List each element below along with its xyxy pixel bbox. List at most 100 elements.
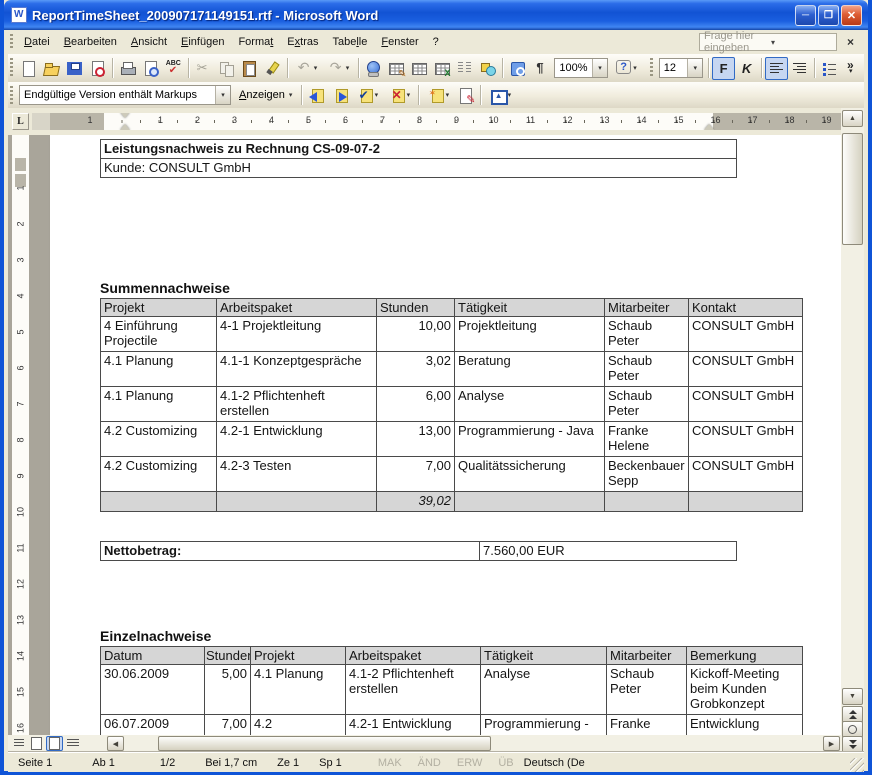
chevron-down-icon[interactable]: ▾ — [767, 38, 836, 47]
resize-grip[interactable] — [850, 758, 864, 772]
chevron-down-icon[interactable]: ▾ — [407, 91, 411, 99]
menu-format[interactable]: Format — [231, 33, 280, 51]
chevron-down-icon[interactable]: ▾ — [633, 64, 637, 72]
redo-button[interactable]: ▾ — [323, 57, 355, 80]
status-toggle-mak[interactable]: MAK — [370, 757, 410, 769]
font-size-combobox[interactable]: 12 ▾ — [659, 58, 703, 78]
drawing-button[interactable] — [476, 57, 499, 80]
menu-fenster[interactable]: Fenster — [374, 33, 425, 51]
print-preview-button[interactable] — [139, 57, 162, 80]
normal-view-button[interactable] — [10, 736, 27, 751]
chevron-down-icon[interactable]: ▾ — [687, 59, 702, 77]
columns-button[interactable] — [453, 57, 476, 80]
display-for-review-combobox[interactable]: Endgültige Version enthält Markups ▾ — [19, 85, 231, 105]
scroll-up-button[interactable]: ▲ — [842, 110, 863, 127]
toolbar-grip[interactable] — [10, 58, 13, 78]
align-right-button[interactable] — [788, 57, 811, 80]
document-map-icon — [509, 60, 526, 77]
hanging-indent-marker[interactable] — [120, 124, 130, 130]
previous-change-button[interactable] — [305, 84, 328, 107]
show-menu-button[interactable]: Anzeigen ▾ — [233, 87, 298, 103]
insert-hyperlink-button[interactable] — [361, 57, 384, 80]
vertical-scroll-thumb[interactable] — [842, 133, 863, 245]
format-painter-button[interactable] — [261, 57, 284, 80]
table-header-row: Projekt Arbeitspaket Stunden Tätigkeit M… — [101, 299, 803, 317]
menu-extras[interactable]: Extras — [280, 33, 325, 51]
reject-change-button[interactable]: ▾ — [383, 84, 415, 107]
chevron-down-icon[interactable]: ▾ — [592, 59, 607, 77]
accept-change-icon — [357, 87, 374, 104]
tab-selector-button[interactable]: L — [12, 113, 29, 130]
document-map-button[interactable] — [506, 57, 529, 80]
horizontal-ruler[interactable]: 1 12345678910111213141516171819 — [32, 113, 841, 130]
ask-question-box[interactable]: Frage hier eingeben ▾ — [699, 33, 837, 51]
word-document-icon — [11, 7, 27, 23]
insert-table-button[interactable] — [407, 57, 430, 80]
status-toggle-aend[interactable]: ÄND — [410, 757, 449, 769]
bullets-button[interactable] — [818, 57, 841, 80]
align-left-icon — [768, 60, 785, 77]
title-bar[interactable]: ReportTimeSheet_200907171149151.rtf - Mi… — [4, 0, 868, 30]
web-layout-view-button[interactable] — [28, 736, 45, 751]
zoom-combobox[interactable]: 100% ▾ — [554, 58, 608, 78]
first-line-indent-marker[interactable] — [120, 113, 130, 118]
right-indent-marker[interactable] — [704, 124, 714, 130]
new-document-button[interactable] — [17, 57, 40, 80]
accept-change-button[interactable]: ▾ — [351, 84, 383, 107]
copy-button[interactable] — [215, 57, 238, 80]
ruler-number: 3 — [216, 115, 253, 125]
horizontal-scroll-thumb[interactable] — [158, 736, 491, 751]
save-button[interactable] — [63, 57, 86, 80]
help-button[interactable]: ▾ — [610, 57, 642, 80]
insert-excel-button[interactable] — [430, 57, 453, 80]
toolbar-grip[interactable] — [650, 58, 653, 78]
paste-button[interactable] — [238, 57, 261, 80]
scroll-left-button[interactable]: ◀ — [107, 736, 124, 751]
maximize-button[interactable]: ❐ — [818, 5, 839, 26]
chevron-down-icon[interactable]: ▾ — [446, 91, 450, 99]
undo-arrow-icon — [296, 60, 313, 77]
toolbar-grip[interactable] — [10, 34, 13, 51]
status-toggle-ueb[interactable]: ÜB — [490, 757, 521, 769]
chevron-down-icon[interactable]: ▾ — [215, 86, 230, 104]
menu-help[interactable]: ? — [426, 33, 446, 51]
italic-button[interactable]: K — [735, 57, 758, 80]
print-layout-view-button[interactable] — [46, 736, 63, 751]
track-changes-button[interactable] — [454, 84, 477, 107]
minimize-button[interactable]: ─ — [795, 5, 816, 26]
toolbar-options-button[interactable] — [841, 57, 864, 80]
menu-bearbeiten[interactable]: Bearbeiten — [57, 33, 124, 51]
show-paragraph-marks-button[interactable] — [529, 57, 552, 80]
vertical-ruler[interactable]: 12345678910111213141516 — [12, 135, 29, 735]
reviewing-pane-button[interactable]: ▾ — [484, 84, 516, 107]
chevron-down-icon[interactable]: ▾ — [346, 64, 350, 72]
undo-button[interactable]: ▾ — [291, 57, 323, 80]
print-button[interactable] — [116, 57, 139, 80]
menubar-close-icon[interactable]: × — [841, 35, 860, 49]
menu-tabelle[interactable]: Tabelle — [325, 33, 374, 51]
chevron-down-icon[interactable]: ▾ — [375, 91, 379, 99]
search-button[interactable] — [86, 57, 109, 80]
scroll-right-button[interactable]: ▶ — [823, 736, 840, 751]
open-button[interactable] — [40, 57, 63, 80]
bold-button[interactable]: F — [712, 57, 735, 80]
toolbar-grip[interactable] — [10, 86, 13, 104]
menu-datei[interactable]: Datei — [17, 33, 57, 51]
scroll-down-button[interactable]: ▼ — [842, 688, 863, 705]
menu-ansicht[interactable]: Ansicht — [124, 33, 174, 51]
next-change-button[interactable] — [328, 84, 351, 107]
menu-einfuegen[interactable]: Einfügen — [174, 33, 231, 51]
chevron-down-icon[interactable]: ▾ — [314, 64, 318, 72]
spelling-button[interactable] — [162, 57, 185, 80]
close-button[interactable]: ✕ — [841, 5, 862, 26]
cut-button[interactable] — [192, 57, 215, 80]
next-page-button[interactable] — [842, 736, 863, 753]
new-comment-button[interactable]: ▾ — [422, 84, 454, 107]
align-left-button[interactable] — [765, 57, 788, 80]
tables-and-borders-button[interactable] — [384, 57, 407, 80]
chevron-down-icon[interactable]: ▾ — [508, 91, 512, 99]
document-page[interactable]: Leistungsnachweis zu Rechnung CS-09-07-2… — [50, 135, 842, 735]
vertical-scrollbar[interactable]: ▲ ▼ — [841, 108, 864, 752]
status-toggle-erw[interactable]: ERW — [449, 757, 490, 769]
outline-view-button[interactable] — [64, 736, 81, 751]
